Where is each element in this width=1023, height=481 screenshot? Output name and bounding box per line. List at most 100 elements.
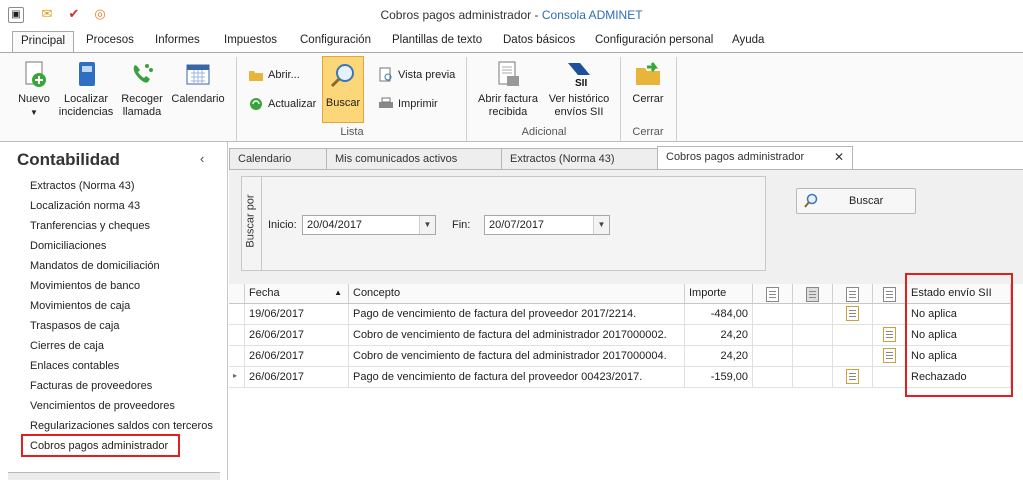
column-header-doc1[interactable] [753, 284, 793, 304]
collapse-icon[interactable]: ‹ [200, 151, 204, 166]
sii-icon: SII [568, 63, 590, 89]
window-title: Cobros pagos administrador - Consola ADM… [380, 8, 643, 22]
sidebar-item-regularizaciones[interactable]: Regularizaciones saldos con terceros [30, 420, 213, 432]
group-label-cerrar: Cerrar [632, 126, 664, 138]
sidebar-item-facturas-proveedores[interactable]: Facturas de proveedores [30, 380, 152, 392]
sort-asc-icon: ▲ [334, 288, 342, 297]
cell-doc[interactable] [873, 325, 907, 346]
cell-doc[interactable] [833, 346, 873, 367]
column-header-importe[interactable]: Importe [685, 284, 753, 304]
tab-plantillas[interactable]: Plantillas de texto [392, 34, 482, 46]
preview-icon [379, 67, 392, 82]
cell-importe[interactable]: 24,20 [685, 325, 753, 346]
cell-fecha[interactable]: 26/06/2017 [245, 346, 349, 367]
cell-doc[interactable] [833, 304, 873, 325]
abrir-button[interactable]: Abrir... [248, 67, 300, 83]
inicio-date-combo[interactable]: 20/04/2017 ▼ [302, 215, 436, 235]
column-header-doc2[interactable] [793, 284, 833, 304]
vista-previa-button[interactable]: Vista previa [378, 67, 455, 83]
cell-doc[interactable] [873, 367, 907, 388]
cell-doc[interactable] [793, 325, 833, 346]
cell-fecha[interactable]: 26/06/2017 [245, 367, 349, 388]
sidebar-item-cierres-caja[interactable]: Cierres de caja [30, 340, 104, 352]
sidebar-item-vencimientos-proveedores[interactable]: Vencimientos de proveedores [30, 400, 175, 412]
recoger-llamada-button[interactable]: Recoger llamada [118, 59, 166, 119]
doc-tab-calendario[interactable]: Calendario [229, 148, 327, 170]
cell-doc[interactable] [793, 304, 833, 325]
buscar-button[interactable]: Buscar [796, 188, 916, 214]
calendar-icon [186, 64, 210, 85]
sidebar-scrollbar[interactable] [8, 472, 220, 480]
group-label-lista: Lista [340, 126, 364, 138]
cell-doc[interactable] [793, 367, 833, 388]
chevron-down-icon[interactable]: ▼ [419, 216, 435, 234]
cerrar-button[interactable]: Cerrar [627, 59, 669, 106]
row-indicator [229, 325, 245, 346]
chevron-down-icon[interactable]: ▼ [593, 216, 609, 234]
sidebar-item-domiciliaciones[interactable]: Domiciliaciones [30, 240, 106, 252]
refresh-icon [250, 98, 262, 110]
localizar-incidencias-button[interactable]: Localizar incidencias [58, 59, 114, 119]
abrir-factura-recibida-button[interactable]: Abrir factura recibida [474, 59, 542, 119]
cell-doc[interactable] [873, 304, 907, 325]
invoice-icon [498, 61, 519, 86]
tab-procesos[interactable]: Procesos [86, 34, 134, 46]
cell-fecha[interactable]: 26/06/2017 [245, 325, 349, 346]
cell-concepto[interactable]: Pago de vencimiento de factura del prove… [349, 304, 685, 325]
column-header-doc3[interactable] [833, 284, 873, 304]
cell-importe[interactable]: -159,00 [685, 367, 753, 388]
cell-importe[interactable]: 24,20 [685, 346, 753, 367]
tab-principal[interactable]: Principal [12, 31, 75, 53]
current-row-arrow-icon: ▸ [229, 367, 245, 388]
sidebar-item-traspasos-caja[interactable]: Traspasos de caja [30, 320, 119, 332]
close-icon[interactable]: ✕ [834, 150, 844, 164]
cell-importe[interactable]: -484,00 [685, 304, 753, 325]
sidebar-item-transferencias[interactable]: Tranferencias y cheques [30, 220, 150, 232]
column-header-concepto[interactable]: Concepto [349, 284, 685, 304]
row-indicator-header [229, 284, 245, 304]
nuevo-button[interactable]: Nuevo ▼ [14, 59, 54, 119]
buscar-button-label: Buscar [849, 195, 884, 207]
cell-doc[interactable] [753, 367, 793, 388]
tab-impuestos[interactable]: Impuestos [224, 34, 277, 46]
sidebar-item-extractos[interactable]: Extractos (Norma 43) [30, 180, 135, 192]
tab-datos-basicos[interactable]: Datos básicos [503, 34, 575, 46]
cell-doc[interactable] [753, 304, 793, 325]
invoice-doc-icon [883, 327, 896, 342]
doc-tab-cobros-pagos[interactable]: Cobros pagos administrador ✕ [657, 146, 853, 170]
cell-concepto[interactable]: Cobro de vencimiento de factura del admi… [349, 325, 685, 346]
cell-concepto[interactable]: Cobro de vencimiento de factura del admi… [349, 346, 685, 367]
cell-fecha[interactable]: 19/06/2017 [245, 304, 349, 325]
cell-doc[interactable] [753, 325, 793, 346]
column-header-doc4[interactable] [873, 284, 907, 304]
ver-historico-envios-button[interactable]: SII Ver histórico envíos SII [546, 59, 612, 119]
column-header-fecha[interactable]: Fecha ▲ [245, 284, 349, 304]
cell-doc[interactable] [833, 325, 873, 346]
sidebar-item-movimientos-caja[interactable]: Movimientos de caja [30, 300, 130, 312]
cell-doc[interactable] [833, 367, 873, 388]
cell-doc[interactable] [753, 346, 793, 367]
tab-configuracion-personal[interactable]: Configuración personal [595, 34, 713, 46]
imprimir-button[interactable]: Imprimir [378, 96, 438, 112]
doc-tab-label: Cobros pagos administrador [666, 151, 805, 163]
doc-tab-comunicados[interactable]: Mis comunicados activos [326, 148, 502, 170]
actualizar-button[interactable]: Actualizar [248, 96, 316, 112]
sidebar-item-mandatos[interactable]: Mandatos de domiciliación [30, 260, 160, 272]
sidebar-item-localizacion-norma-43[interactable]: Localización norma 43 [30, 200, 140, 212]
fin-date-combo[interactable]: 20/07/2017 ▼ [484, 215, 610, 235]
tab-ayuda[interactable]: Ayuda [732, 34, 764, 46]
sidebar: Contabilidad ‹ Extractos (Norma 43) Loca… [0, 142, 228, 480]
cell-doc[interactable] [873, 346, 907, 367]
sidebar-item-movimientos-banco[interactable]: Movimientos de banco [30, 280, 140, 292]
cell-doc[interactable] [793, 346, 833, 367]
title-bar: ▣ ✉ ✔ ◎ Cobros pagos administrador - Con… [0, 0, 1023, 30]
phone-book-icon [79, 62, 95, 86]
doc-tab-extractos[interactable]: Extractos (Norma 43) [501, 148, 659, 170]
tab-configuracion[interactable]: Configuración [300, 34, 371, 46]
sidebar-title: Contabilidad [17, 150, 120, 169]
buscar-ribbon-button[interactable]: Buscar [322, 56, 364, 123]
sidebar-item-enlaces-contables[interactable]: Enlaces contables [30, 360, 119, 372]
tab-informes[interactable]: Informes [155, 34, 200, 46]
calendario-button[interactable]: Calendario [170, 59, 226, 106]
cell-concepto[interactable]: Pago de vencimiento de factura del prove… [349, 367, 685, 388]
